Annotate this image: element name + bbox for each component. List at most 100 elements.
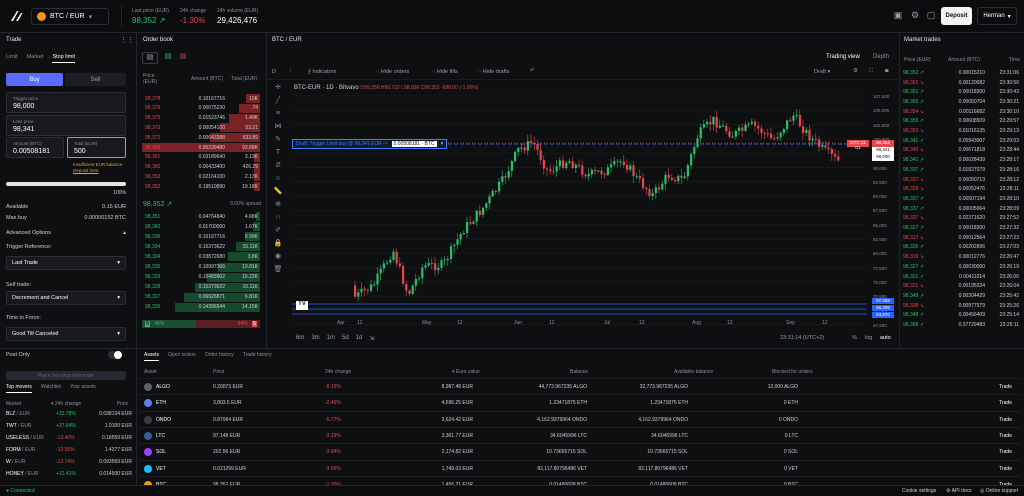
bid-row[interactable]: 98,329 0.15483902 15.22K [142,272,260,282]
asset-row[interactable]: ALGO 0.20073 EUR -8.16% 8,987.48 EUR 44,773.… [140,378,1020,395]
asset-row[interactable]: VET 0.021299 EUR -3.66% 1,749.03 EUR 82,117.… [140,459,1020,477]
pattern-icon[interactable]: ⋈ [268,120,288,133]
asset-row[interactable]: ETH 3,803.5 EUR -2.46% 4,696.25 EUR 1.234718… [140,394,1020,411]
chart-clock[interactable]: 23:31:14 (UTC+2) [780,335,824,341]
deposit-button[interactable]: Deposit [941,7,972,25]
range-5d[interactable]: 5d [342,335,349,342]
trade-button[interactable]: Trade [999,466,1012,472]
lock-icon[interactable]: 🔒 [268,237,288,250]
ask-row[interactable]: 98,375 0.01523746 1.49K [142,113,260,123]
price-axis[interactable]: 107,500105,000102,500100,00097,50095,000… [867,80,897,328]
limit-price-field[interactable]: Limit price 98,341 [6,115,126,136]
interval-select[interactable]: D [272,69,276,75]
ask-row[interactable]: 98,376 0.00075230 74 [142,103,260,113]
asset-row[interactable]: LTC 97.148 EUR -3.19% 3,361.77 EUR 34.604599… [140,426,1020,444]
buy-toggle[interactable]: Buy [6,73,63,86]
undo-icon[interactable]: ↶ [530,68,535,74]
tab-open-orders[interactable]: Open orders [168,352,196,358]
date-range-icon[interactable]: ⇲ [369,335,374,342]
trading-view-tab[interactable]: Trading view [826,54,860,60]
price-chart[interactable] [292,80,867,328]
mover-row[interactable]: USELESS / EUR -13.40% 0.18559 EUR [4,433,132,443]
range-3m[interactable]: 3m [311,335,319,342]
fullscreen-icon[interactable]: ▢ [925,10,937,22]
bid-row[interactable]: 98,334 0.15373622 15.11K [142,242,260,252]
amount-slider[interactable] [6,182,126,186]
ask-row[interactable]: 98,373 0.00054100 53.21 [142,123,260,133]
smile-icon[interactable]: ☺ [268,172,288,185]
user-menu[interactable]: Herman ▾ [977,7,1017,25]
trash-icon[interactable]: 🗑 [268,263,288,276]
gear-icon[interactable]: ⚙ [853,68,858,74]
ask-row[interactable]: 98,372 0.00643388 633.89 [142,133,260,143]
hide-fills-button[interactable]: ◌ Hide fills [432,69,458,75]
fib-icon[interactable]: ≡ [268,107,288,120]
draft-order-line-label[interactable]: Draft: Trigger Limit buy @ 98,341 EUR ->… [292,139,448,149]
trigger-price-field[interactable]: Trigger price 98,000 [6,92,126,113]
settings-sliders-icon[interactable]: ⋮⋮ [120,36,134,44]
range-1d[interactable]: 1d [356,335,363,342]
time-in-force-select[interactable]: Good Till Canceled ▾ [6,327,126,341]
col-euro-value[interactable]: ▾ Euro value [452,369,480,375]
tab-order-history[interactable]: Order history [205,352,234,358]
place-order-button[interactable]: Place buy stop limit order [6,371,126,380]
trade-button[interactable]: Trade [999,449,1012,455]
bid-row[interactable]: 98,326 0.14396544 14.15K [142,302,260,312]
close-icon[interactable]: × [441,141,444,147]
eye-icon[interactable]: ◉ [268,250,288,263]
mover-row[interactable]: W / EUR -12.74% 0.093569 EUR [4,457,132,467]
trade-button[interactable]: Trade [999,433,1012,439]
tab-top-movers[interactable]: Top movers [6,384,32,393]
api-docs-link[interactable]: ⚙ API docs [946,488,972,494]
range-6m[interactable]: 6m [296,335,304,342]
bids-view-icon[interactable]: ▤ [161,52,175,64]
auto-toggle[interactable]: auto [880,335,891,341]
bid-row[interactable]: 98,334 0.03872680 3.8K [142,252,260,262]
chart-tab[interactable]: BTC / EUR [272,37,302,43]
amount-field[interactable]: Amount (BTC) 0.00508181 [6,137,64,158]
ask-row[interactable]: 98,378 0.10167716 10K [142,94,260,103]
trade-button[interactable]: Trade [999,400,1012,406]
forecast-icon[interactable]: ⇵ [268,159,288,172]
trend-line-icon[interactable]: ╱ [268,94,288,107]
tab-watchlist[interactable]: Watchlist [41,384,61,390]
mover-row[interactable]: BLZ / EUR +32.78% 0.038134 EUR [4,409,132,419]
online-support-link[interactable]: ◎ Online support [980,488,1018,494]
ask-row[interactable]: 98,360 0.00433400 426.29 [142,162,260,172]
crosshair-icon[interactable]: ✛ [268,81,288,94]
range-1m[interactable]: 1m [327,335,335,342]
draft-select[interactable]: Draft ▾ [814,69,830,75]
tab-assets[interactable]: Assets [144,352,160,361]
bid-row[interactable]: 98,351 0.04764840 4.68K [142,212,260,221]
tab-stop-limit[interactable]: Stop limit [52,54,76,63]
asks-view-icon[interactable]: ▤ [176,52,190,64]
bitvavo-logo[interactable] [10,10,24,22]
percent-toggle[interactable]: % [852,335,857,341]
bid-row[interactable]: 98,327 0.06926871 6.81K [142,292,260,302]
camera-icon[interactable]: ◙ [885,68,888,74]
brush-icon[interactable]: ✎ [268,133,288,146]
ask-row[interactable]: 98,361 0.03189640 3.13K [142,152,260,162]
text-icon[interactable]: T [268,146,288,159]
hide-drafts-button[interactable]: ◌ Hide drafts [478,69,509,75]
ask-row[interactable]: 98,353 0.02164100 2.13K [142,172,260,182]
tab-market[interactable]: Market [27,54,44,60]
asset-row[interactable]: ONDO 0.87064 EUR -5.77% 3,624.42 EUR 4,162.9… [140,410,1020,428]
bid-row[interactable]: 98,328 0.15373622 15.11K [142,282,260,292]
mover-row[interactable]: HONEY / EUR +12.41% 0.014500 EUR [4,469,132,479]
magnet-icon[interactable]: ∩ [268,211,288,224]
mover-row[interactable]: TWT / EUR +27.64% 1.0100 EUR [4,421,132,431]
both-sides-view-icon[interactable]: ▤ [142,52,158,64]
hide-orders-button[interactable]: ◌ Hide orders [376,69,409,75]
bid-row[interactable]: 98,336 0.10167716 9.99K [142,232,260,242]
bid-row[interactable]: 98,330 0.10997366 10.81K [142,262,260,272]
tab-limit[interactable]: Limit [6,54,18,60]
log-toggle[interactable]: log [865,335,872,341]
post-only-toggle[interactable] [108,351,122,359]
time-axis[interactable]: Apr 12 May 12 Jun 12 Jul 12 Aug 12 Sep 12 [292,320,867,328]
zoom-in-icon[interactable]: ⊕ [268,198,288,211]
pair-selector[interactable]: BTC / EUR ▾ [31,8,109,25]
lock-draw-icon[interactable]: ✐ [268,224,288,237]
trade-button[interactable]: Trade [999,384,1012,390]
tab-your-assets[interactable]: Your assets [70,384,96,390]
